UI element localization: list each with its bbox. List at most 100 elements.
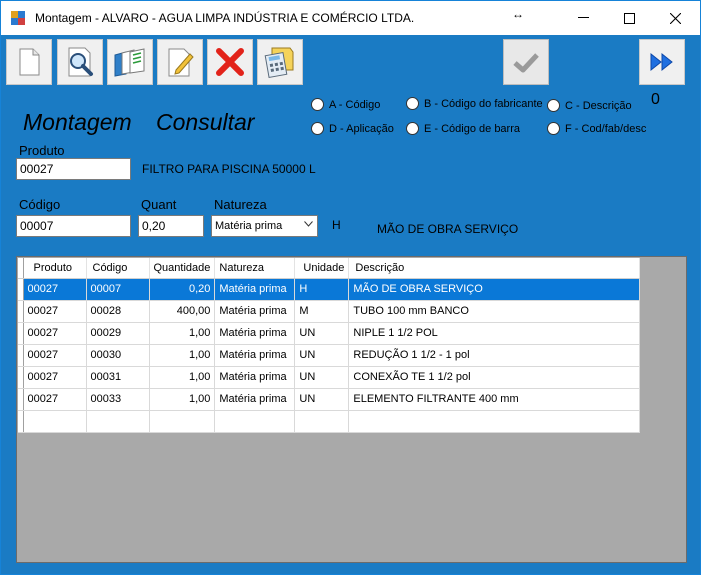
cell-codigo[interactable]: 00033	[86, 388, 150, 411]
copy-button[interactable]	[107, 39, 153, 85]
radio-option-f[interactable]: F - Cod/fab/desc	[547, 122, 646, 135]
cell-unidade[interactable]: H	[294, 278, 350, 301]
cell-produto[interactable]: 00027	[23, 278, 87, 301]
cell-natureza[interactable]: Matéria prima	[214, 278, 296, 301]
table-row[interactable]: 00027 00033 1,00 Matéria prima UN ELEMEN…	[18, 388, 641, 411]
calculator-button[interactable]	[257, 39, 303, 85]
radio-option-a[interactable]: A - Código	[311, 98, 380, 111]
cell-descricao[interactable]: MÃO DE OBRA SERVIÇO	[348, 278, 641, 301]
cell-codigo[interactable]: 00028	[86, 300, 150, 323]
resize-arrow-icon: ↔	[512, 7, 524, 21]
column-header-unidade[interactable]: Unidade	[294, 258, 350, 279]
cell-unidade[interactable]: UN	[294, 344, 350, 367]
cell-descricao[interactable]	[348, 410, 641, 433]
minimize-icon	[577, 17, 589, 18]
table-row[interactable]: 00027 00029 1,00 Matéria prima UN NIPLE …	[18, 322, 641, 345]
cell-produto[interactable]: 00027	[23, 300, 87, 323]
cell-unidade[interactable]: M	[294, 300, 350, 323]
cell-descricao[interactable]: ELEMENTO FILTRANTE 400 mm	[348, 388, 641, 411]
column-header-descricao[interactable]: Descrição	[348, 258, 641, 279]
chevron-down-icon	[304, 219, 313, 230]
confirm-button[interactable]	[503, 39, 549, 85]
window-title: Montagem - ALVARO - AGUA LIMPA INDÚSTRIA…	[35, 11, 415, 25]
edit-button[interactable]	[157, 39, 203, 85]
items-grid: Produto Código Quantidade Natureza Unida…	[16, 256, 687, 563]
produto-label: Produto	[19, 143, 65, 158]
natureza-select[interactable]: Matéria prima	[211, 215, 318, 237]
cell-codigo[interactable]	[86, 410, 150, 433]
quant-input[interactable]: 0,20	[138, 215, 204, 237]
cell-natureza[interactable]: Matéria prima	[214, 322, 296, 345]
column-header-produto[interactable]: Produto	[23, 258, 87, 279]
cell-descricao[interactable]: NIPLE 1 1/2 POL	[348, 322, 641, 345]
table-row[interactable]: 00027 00007 0,20 Matéria prima H MÃO DE …	[18, 278, 641, 301]
cell-codigo[interactable]: 00031	[86, 366, 150, 389]
checkmark-icon	[513, 53, 539, 73]
cell-quantidade[interactable]: 0,20	[149, 278, 216, 301]
table-row[interactable]: 00027 00028 400,00 Matéria prima M TUBO …	[18, 300, 641, 323]
new-row[interactable]	[18, 410, 641, 433]
radio-option-b[interactable]: B - Código do fabricante	[406, 97, 543, 110]
column-header-natureza[interactable]: Natureza	[214, 258, 296, 279]
new-document-icon	[19, 48, 40, 76]
radio-label: B - Código do fabricante	[424, 97, 543, 110]
cell-codigo[interactable]: 00030	[86, 344, 150, 367]
cell-quantidade[interactable]: 1,00	[149, 344, 216, 367]
codigo-input[interactable]: 00007	[16, 215, 131, 237]
cell-unidade[interactable]	[294, 410, 350, 433]
title-bar: Montagem - ALVARO - AGUA LIMPA INDÚSTRIA…	[1, 1, 700, 35]
cell-descricao[interactable]: CONEXÃO TE 1 1/2 pol	[348, 366, 641, 389]
column-header-quantidade[interactable]: Quantidade	[149, 258, 216, 279]
radio-option-e[interactable]: E - Código de barra	[406, 122, 520, 135]
cell-codigo[interactable]: 00029	[86, 322, 150, 345]
table-row[interactable]: 00027 00031 1,00 Matéria prima UN CONEXÃ…	[18, 366, 641, 389]
cell-codigo[interactable]: 00007	[86, 278, 150, 301]
maximize-button[interactable]	[606, 1, 652, 35]
cell-natureza[interactable]: Matéria prima	[214, 300, 296, 323]
next-button[interactable]	[639, 39, 685, 85]
cell-produto[interactable]: 00027	[23, 344, 87, 367]
radio-option-d[interactable]: D - Aplicação	[311, 122, 394, 135]
maximize-icon	[623, 12, 635, 24]
cell-unidade[interactable]: UN	[294, 366, 350, 389]
cell-produto[interactable]: 00027	[23, 322, 87, 345]
cell-quantidade[interactable]: 1,00	[149, 366, 216, 389]
minimize-button[interactable]	[560, 1, 606, 35]
cell-quantidade[interactable]: 400,00	[149, 300, 216, 323]
close-icon	[669, 12, 681, 24]
column-header-codigo[interactable]: Código	[86, 258, 150, 279]
cell-natureza[interactable]: Matéria prima	[214, 366, 296, 389]
cell-produto[interactable]: 00027	[23, 388, 87, 411]
radio-label: C - Descrição	[565, 99, 632, 112]
cell-unidade[interactable]: UN	[294, 322, 350, 345]
cell-natureza[interactable]	[214, 410, 296, 433]
table-row[interactable]: 00027 00030 1,00 Matéria prima UN REDUÇÃ…	[18, 344, 641, 367]
produto-description: FILTRO PARA PISCINA 50000 L	[142, 162, 316, 176]
module-title: Montagem	[23, 109, 132, 135]
radio-option-c[interactable]: C - Descrição	[547, 99, 632, 112]
cell-natureza[interactable]: Matéria prima	[214, 388, 296, 411]
radio-label: D - Aplicação	[329, 122, 394, 135]
cell-quantidade[interactable]: 1,00	[149, 322, 216, 345]
close-button[interactable]	[652, 1, 698, 35]
cell-produto[interactable]: 00027	[23, 366, 87, 389]
cell-descricao[interactable]: REDUÇÃO 1 1/2 - 1 pol	[348, 344, 641, 367]
cell-natureza[interactable]: Matéria prima	[214, 344, 296, 367]
radio-circle	[311, 122, 324, 135]
delete-button[interactable]	[207, 39, 253, 85]
cell-unidade[interactable]: UN	[294, 388, 350, 411]
stacked-documents-icon	[114, 48, 145, 77]
new-button[interactable]	[6, 39, 52, 85]
cell-produto[interactable]	[23, 410, 87, 433]
radio-label: E - Código de barra	[424, 122, 520, 135]
produto-input[interactable]: 00027	[16, 158, 131, 180]
radio-circle	[547, 122, 560, 135]
cell-descricao[interactable]: TUBO 100 mm BANCO	[348, 300, 641, 323]
radio-label: A - Código	[329, 98, 381, 111]
codigo-label: Código	[19, 197, 61, 212]
fast-forward-icon	[650, 52, 673, 72]
cell-quantidade[interactable]	[149, 410, 216, 433]
cell-quantidade[interactable]: 1,00	[149, 388, 216, 411]
table-header-row: Produto Código Quantidade Natureza Unida…	[18, 258, 641, 279]
search-button[interactable]	[57, 39, 103, 85]
